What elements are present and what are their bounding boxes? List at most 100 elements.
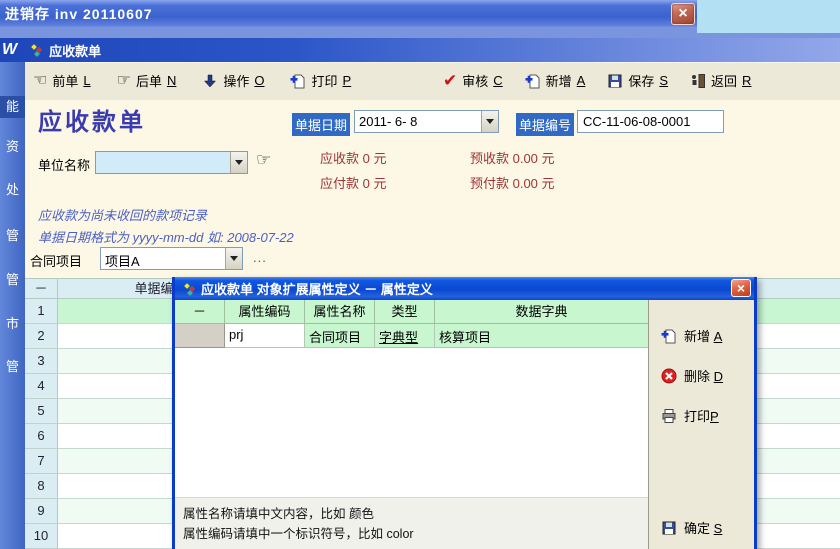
floppy-icon [607,73,623,89]
dialog-ok-hotkey: S [714,521,723,536]
dialog-corner-header: － [175,300,225,324]
save-hotkey: S [659,73,668,88]
pointer-hand-icon[interactable]: ☞ [256,150,271,170]
chevron-down-icon [235,160,243,165]
chevron-down-icon [230,256,238,261]
table-corner-header[interactable]: － [25,279,58,299]
row-number[interactable]: 4 [25,374,58,399]
sidebar-item-1[interactable]: 资 [0,136,25,158]
row-selector-cell[interactable] [175,324,225,348]
dialog-print-hotkey: P [710,409,719,424]
operate-button[interactable]: 操作 O [202,71,264,90]
dialog-table-area: － 属性编码 属性名称 类型 数据字典 prj 合同项目 字典型 核算项目 属性… [175,300,648,549]
receivable-amount: 应收款 0 元 [320,148,386,167]
back-hotkey: R [742,73,751,88]
dialog-ok-button[interactable]: 确定 S [661,518,722,537]
page-title: 应收款单 [38,102,146,137]
chevron-down-icon [486,119,494,124]
dialog-delete-label: 删除 [684,369,710,384]
attr-type-cell[interactable]: 字典型 [375,324,435,348]
dialog-table-row[interactable]: prj 合同项目 字典型 核算项目 [175,324,648,348]
red-check-icon: ✔ [443,73,457,89]
receivable-window-titlebar[interactable]: W 应收款单 [0,38,840,62]
row-number[interactable]: 2 [25,324,58,349]
row-number[interactable]: 3 [25,349,58,374]
sidebar-item-3[interactable]: 管 [0,225,25,247]
next-doc-button[interactable]: ☞ 后单N [117,71,177,90]
audit-label: 审核 [462,71,488,90]
more-button[interactable]: ... [253,250,267,265]
add-button[interactable]: 新增A [525,71,586,90]
unit-name-combobox[interactable] [95,151,248,174]
operate-label: 操作 [223,71,249,90]
hint-receivable: 应收款为尚未收回的款项记录 [38,205,207,224]
dialog-add-label: 新增 [684,329,710,344]
app-close-button[interactable]: × [671,3,695,25]
dialog-delete-button[interactable]: 删除 D [661,366,723,385]
row-number[interactable]: 7 [25,449,58,474]
dialog-ok-label: 确定 [684,521,710,536]
dialog-print-button[interactable]: 打印P [661,406,719,425]
hand-right-icon: ☞ [117,73,131,89]
app-screen: 进销存 inv 20110607 × W 应收款单 能 资 处 管 管 市 管 … [0,0,840,549]
prev-doc-label: 前单 [52,71,78,90]
row-number[interactable]: 8 [25,474,58,499]
contract-project-combobox[interactable]: 项目A [100,247,243,270]
dialog-title: 应收款单 对象扩展属性定义 － 属性定义 [201,279,433,298]
attr-name-cell[interactable]: 合同项目 [305,324,375,348]
close-icon: × [678,5,687,23]
hand-left-icon: ☜ [33,73,47,89]
operate-hotkey: O [254,73,264,88]
down-arrow-icon [202,73,218,89]
app-titlebar[interactable]: 进销存 inv 20110607 [0,0,697,28]
sidebar-item-4[interactable]: 管 [0,269,25,291]
date-dropdown-button[interactable] [481,111,498,132]
date-value: 2011- 6- 8 [355,111,481,132]
attr-type-header: 类型 [375,300,435,324]
doc-number-input[interactable]: CC-11-06-08-0001 [577,110,724,133]
prev-doc-button[interactable]: ☜ 前单L [33,71,91,90]
window-title: 应收款单 [49,41,101,60]
row-number[interactable]: 6 [25,424,58,449]
attr-code-header: 属性编码 [225,300,305,324]
sidebar-item-6[interactable]: 管 [0,356,25,378]
new-page-icon [525,73,541,89]
dialog-add-button[interactable]: 新增 A [661,326,722,345]
sidebar-item-2[interactable]: 处 [0,179,25,201]
dialog-hint-name: 属性名称请填中文内容，比如 颜色 [183,504,640,524]
save-button[interactable]: 保存 S [607,71,668,90]
floppy-icon [661,520,677,536]
row-number[interactable]: 1 [25,299,58,324]
sidebar-item-5[interactable]: 市 [0,313,25,335]
back-button[interactable]: 返回R [690,71,751,90]
prepay-amount: 预付款 0.00 元 [470,173,555,192]
dialog-empty-area [175,348,648,497]
attr-name-header: 属性名称 [305,300,375,324]
data-dict-cell[interactable]: 核算项目 [435,324,648,348]
print-label: 打印 [311,71,337,90]
desktop-background [697,0,840,33]
row-number[interactable]: 10 [25,524,58,549]
row-number[interactable]: 5 [25,399,58,424]
close-icon: × [737,280,745,296]
sidebar-item-0[interactable]: 能 [0,96,25,118]
row-number[interactable]: 9 [25,499,58,524]
prereceive-amount: 预收款 0.00 元 [470,148,555,167]
contract-dropdown-button[interactable] [225,248,242,269]
audit-button[interactable]: ✔ 审核C [443,71,503,90]
dialog-close-button[interactable]: × [731,279,751,297]
dialog-titlebar[interactable]: 应收款单 对象扩展属性定义 － 属性定义 × [175,277,754,300]
print-button[interactable]: 打印P [290,71,351,90]
new-page-icon [290,73,306,89]
toolbar: ☜ 前单L ☞ 后单N 操作 O 打印P ✔ 审核C 新增A [25,62,840,100]
save-label: 保存 [628,71,654,90]
date-combobox[interactable]: 2011- 6- 8 [354,110,499,133]
unit-dropdown-button[interactable] [230,152,247,173]
nav-sidebar: 能 资 处 管 管 市 管 [0,62,25,549]
delete-icon [661,368,677,384]
payable-amount: 应付款 0 元 [320,173,386,192]
date-label: 单据日期 [292,113,350,136]
contract-project-value: 项目A [101,248,225,269]
printer-icon [661,408,677,424]
attr-code-cell[interactable]: prj [225,324,305,348]
